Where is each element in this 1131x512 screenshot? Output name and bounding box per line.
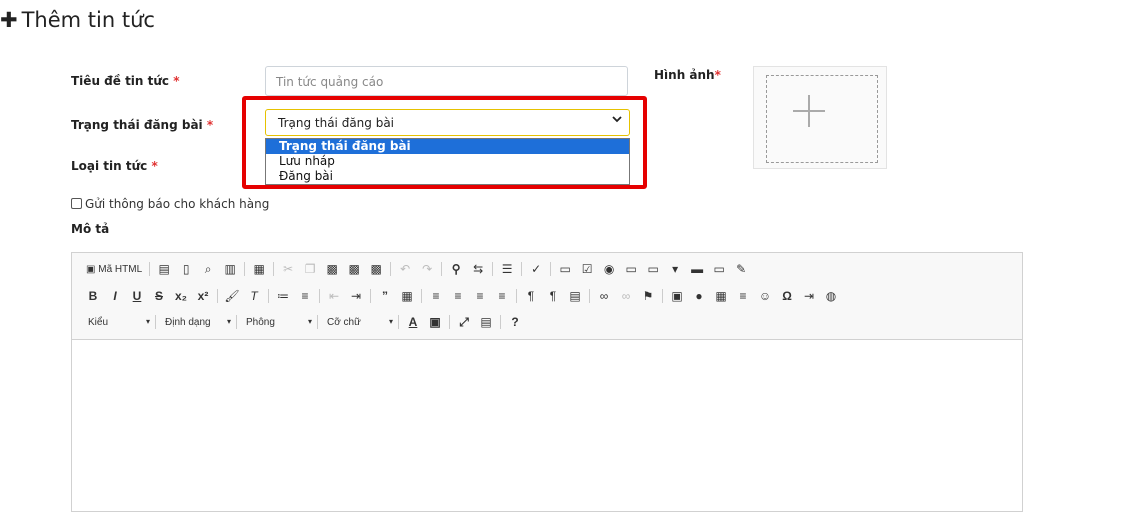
cut-icon[interactable]: ✂: [277, 262, 299, 276]
spellcheck-icon[interactable]: ✓: [525, 262, 547, 276]
font-combo[interactable]: Phông ▾: [240, 317, 314, 328]
status-option[interactable]: Lưu nháp: [266, 154, 629, 169]
size-combo[interactable]: Cỡ chữ ▾: [321, 317, 395, 328]
subscript-icon[interactable]: x₂: [170, 289, 192, 303]
page-break-icon[interactable]: ⇥: [798, 289, 820, 303]
preview-icon[interactable]: ⌕: [197, 262, 219, 277]
align-right-icon[interactable]: ≡: [469, 289, 491, 303]
justify-icon[interactable]: ≡: [491, 289, 513, 303]
status-select[interactable]: Trạng thái đăng bài: [265, 109, 630, 136]
image-button-icon[interactable]: ▭: [708, 262, 730, 276]
paste-text-icon[interactable]: ▩: [343, 262, 365, 276]
title-label: Tiêu đề tin tức *: [71, 74, 180, 88]
unlink-icon[interactable]: ∞: [615, 289, 637, 303]
rich-text-editor[interactable]: ▣ Mã HTML ▤ ▯ ⌕ ▥ ▦ ✂ ❐ ▩ ▩ ▩ ↶ ↷ ⚲ ⇆ ☰ …: [71, 252, 1023, 512]
strikethrough-icon[interactable]: S: [148, 289, 170, 303]
outdent-icon[interactable]: ⇤: [323, 289, 345, 303]
blockquote-icon[interactable]: ”: [374, 289, 396, 303]
smiley-icon[interactable]: ☺: [754, 289, 776, 303]
help-icon[interactable]: ?: [504, 315, 526, 329]
print-icon[interactable]: ▥: [219, 262, 241, 276]
bulleted-list-icon[interactable]: ≡: [294, 289, 316, 303]
editor-toolbar: ▣ Mã HTML ▤ ▯ ⌕ ▥ ▦ ✂ ❐ ▩ ▩ ▩ ↶ ↷ ⚲ ⇆ ☰ …: [72, 253, 1022, 340]
italic-icon[interactable]: I: [104, 289, 126, 303]
page-title: ✚ Thêm tin tức: [0, 8, 155, 32]
replace-icon[interactable]: ⇆: [467, 262, 489, 276]
textarea-icon[interactable]: ▭: [642, 262, 664, 276]
copy-icon[interactable]: ❐: [299, 262, 321, 276]
indent-icon[interactable]: ⇥: [345, 289, 367, 303]
status-dropdown: Trạng thái đăng bài Lưu nháp Đăng bài: [265, 138, 630, 185]
maximize-icon[interactable]: ⤢: [453, 315, 475, 330]
image-icon[interactable]: ▣: [666, 289, 688, 303]
special-char-icon[interactable]: Ω: [776, 289, 798, 303]
chevron-down-icon: [611, 113, 623, 129]
templates-icon[interactable]: ▦: [248, 262, 270, 276]
description-label: Mô tả: [71, 222, 110, 236]
checkbox-icon[interactable]: ☑: [576, 262, 598, 276]
find-icon[interactable]: ⚲: [445, 262, 467, 276]
textfield-icon[interactable]: ▭: [620, 262, 642, 276]
anchor-flag-icon[interactable]: ⚑: [637, 289, 659, 303]
title-input[interactable]: Tin tức quảng cáo: [265, 66, 628, 96]
underline-icon[interactable]: U: [126, 289, 148, 303]
div-icon[interactable]: ▦: [396, 289, 418, 303]
ltr-icon[interactable]: ¶: [520, 289, 542, 303]
bold-icon[interactable]: B: [82, 289, 104, 303]
plus-icon: ✚: [0, 8, 18, 32]
format-combo[interactable]: Định dạng ▾: [159, 317, 233, 328]
type-label: Loại tin tức *: [71, 159, 158, 173]
checkbox[interactable]: [71, 198, 82, 209]
align-center-icon[interactable]: ≡: [447, 289, 469, 303]
source-button[interactable]: ▣ Mã HTML: [82, 264, 146, 275]
select-all-icon[interactable]: ☰: [496, 262, 518, 276]
new-page-icon[interactable]: ▯: [175, 262, 197, 276]
show-blocks-icon[interactable]: ▤: [475, 315, 497, 329]
image-upload[interactable]: [753, 66, 887, 169]
table-icon[interactable]: ▦: [710, 289, 732, 303]
align-left-icon[interactable]: ≡: [425, 289, 447, 303]
paste-word-icon[interactable]: ▩: [365, 262, 387, 276]
select-field-icon[interactable]: ▾: [664, 262, 686, 276]
form-icon[interactable]: ▭: [554, 262, 576, 276]
button-icon[interactable]: ▬: [686, 262, 708, 276]
text-color-icon[interactable]: A: [402, 315, 424, 329]
rtl-icon[interactable]: ¶: [542, 289, 564, 303]
status-option[interactable]: Trạng thái đăng bài: [266, 139, 629, 154]
style-combo[interactable]: Kiểu ▾: [82, 317, 152, 328]
redo-icon[interactable]: ↷: [416, 262, 438, 276]
copy-format-icon[interactable]: 🖌: [221, 289, 243, 303]
link-icon[interactable]: ∞: [593, 289, 615, 303]
language-icon[interactable]: ▤: [564, 289, 586, 303]
background-color-icon[interactable]: ▣: [424, 315, 446, 329]
notify-checkbox[interactable]: Gửi thông báo cho khách hàng: [71, 197, 269, 211]
numbered-list-icon[interactable]: ≔: [272, 289, 294, 303]
undo-icon[interactable]: ↶: [394, 262, 416, 276]
remove-format-icon[interactable]: T: [243, 289, 265, 303]
save-icon[interactable]: ▤: [153, 262, 175, 276]
image-label: Hình ảnh*: [654, 68, 721, 82]
hidden-field-icon[interactable]: ✎: [730, 262, 752, 276]
paste-icon[interactable]: ▩: [321, 262, 343, 276]
horizontal-line-icon[interactable]: ≡: [732, 289, 754, 303]
status-option[interactable]: Đăng bài: [266, 169, 629, 184]
flash-icon[interactable]: ●: [688, 289, 710, 303]
radio-icon[interactable]: ◉: [598, 262, 620, 276]
iframe-globe-icon[interactable]: ◍: [820, 289, 842, 303]
superscript-icon[interactable]: x²: [192, 289, 214, 303]
status-label: Trạng thái đăng bài *: [71, 118, 214, 132]
